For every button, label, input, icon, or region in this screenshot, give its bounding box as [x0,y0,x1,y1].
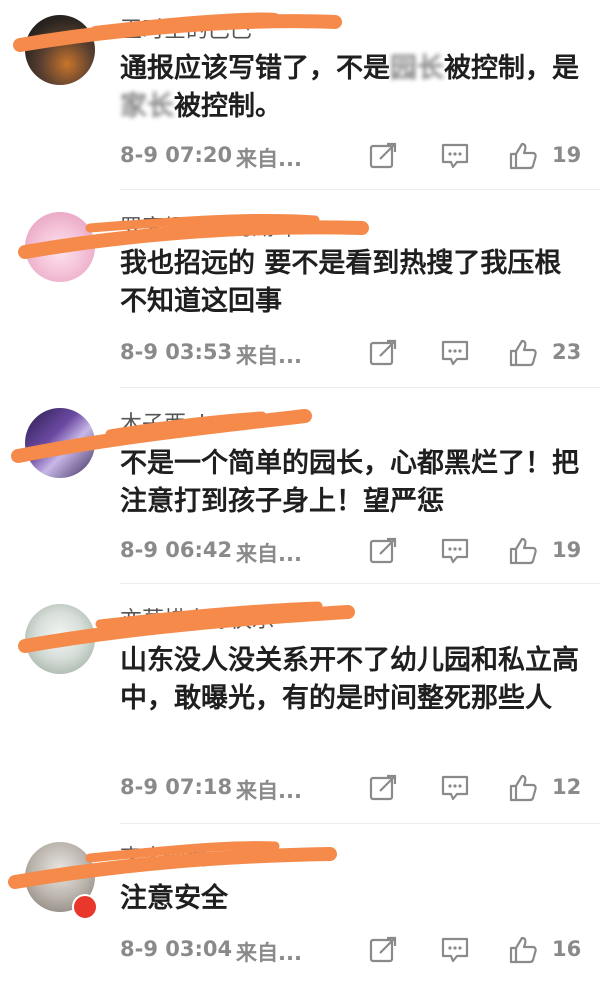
comment-item: 木子西yle 不是一个简单的园长，心都黑烂了！把注意打到孩子身上！望严惩 8-9… [0,388,600,584]
blurred-word: 家长 [120,91,174,122]
like-count: 23 [552,340,582,364]
share-icon[interactable] [368,935,398,965]
comment-item: 罗家坝七彩的湖畔 我也招远的 要不是看到热搜了我压根不知道这回事 8-9 03:… [0,190,600,390]
timestamp: 8-9 07:20 [120,143,233,167]
comment-icon[interactable] [440,773,470,803]
comment-icon[interactable] [440,935,470,965]
comment-text-part: 被控制，是 [444,53,579,84]
comment-meta: 8-9 03:04 来自... 16 [120,935,600,967]
username[interactable]: 王时空的巴巴 [120,12,252,44]
comment-text: 不是一个简单的园长，心都黑烂了！把注意打到孩子身上！望严惩 [120,448,579,517]
avatar[interactable] [25,408,95,478]
like-icon[interactable] [508,536,538,566]
comment-text: 注意安全 [120,883,228,914]
username[interactable]: 罗家坝七彩的湖畔 [120,210,296,242]
verified-badge [72,894,98,920]
like-count: 19 [552,143,582,167]
like-icon[interactable] [508,773,538,803]
like-icon[interactable] [508,338,538,368]
like-icon[interactable] [508,141,538,171]
comment-item: 王时空的巴巴 通报应该写错了，不是园长被控制，是家长被控制。 8-9 07:20… [0,0,600,190]
source-link[interactable]: 来自... [236,538,302,568]
comment-text-part: 被控制。 [174,91,282,122]
comment-meta: 8-9 07:20 来自... 19 [120,141,600,173]
comment-icon[interactable] [440,338,470,368]
like-icon[interactable] [508,935,538,965]
comment-meta: 8-9 07:18 来自... 12 [120,773,600,805]
comment-text: 通报应该写错了，不是园长被控制，是家长被控制。 [120,50,580,126]
username[interactable]: 李大仙鹏 [120,840,208,872]
source-link[interactable]: 来自... [236,775,302,805]
avatar[interactable] [25,604,95,674]
comment-item: 李大仙鹏 注意安全 8-9 03:04 来自... 16 [0,824,600,981]
timestamp: 8-9 07:18 [120,775,233,799]
username[interactable]: 木子西yle [120,406,219,438]
comment-text-part: 通报应该写错了，不是 [120,53,390,84]
like-count: 19 [552,538,582,562]
blurred-word: 园长 [390,53,444,84]
comment-meta: 8-9 06:42 来自... 19 [120,536,600,568]
like-count: 16 [552,937,582,961]
share-icon[interactable] [368,536,398,566]
share-icon[interactable] [368,773,398,803]
timestamp: 8-9 03:53 [120,340,233,364]
source-link[interactable]: 来自... [236,143,302,173]
comment-icon[interactable] [440,141,470,171]
source-link[interactable]: 来自... [236,937,302,967]
comment-icon[interactable] [440,536,470,566]
share-icon[interactable] [368,338,398,368]
comment-text: 我也招远的 要不是看到热搜了我压根不知道这回事 [120,248,562,317]
username[interactable]: 亦莫惜自缘快乐 [120,602,274,634]
timestamp: 8-9 03:04 [120,937,233,961]
like-count: 12 [552,775,582,799]
avatar[interactable] [25,212,95,282]
timestamp: 8-9 06:42 [120,538,233,562]
share-icon[interactable] [368,141,398,171]
comment-item: 亦莫惜自缘快乐 山东没人没关系开不了幼儿园和私立高中，敢曝光，有的是时间整死那些… [0,584,600,824]
avatar[interactable] [25,15,95,85]
source-link[interactable]: 来自... [236,340,302,370]
comment-text: 山东没人没关系开不了幼儿园和私立高中，敢曝光，有的是时间整死那些人 [120,645,579,714]
comment-meta: 8-9 03:53 来自... 23 [120,338,600,370]
